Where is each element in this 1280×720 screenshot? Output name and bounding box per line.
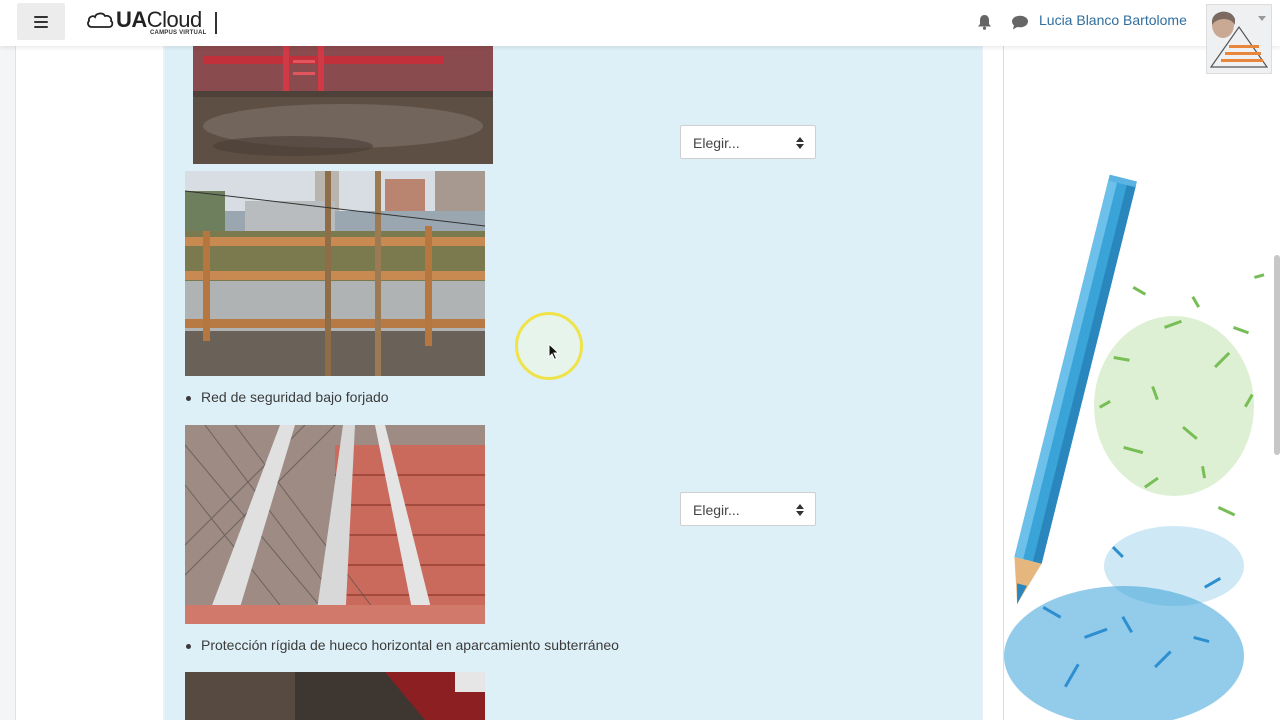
user-name-link[interactable]: Lucia Blanco Bartolome bbox=[1039, 12, 1187, 28]
answer-caption-1: Red de seguridad bajo forjado bbox=[186, 389, 389, 405]
answer-caption-2: Protección rígida de hueco horizontal en… bbox=[186, 637, 619, 653]
mouse-cursor-icon bbox=[548, 343, 560, 361]
question-image-2 bbox=[185, 171, 485, 376]
chat-icon[interactable] bbox=[1011, 15, 1029, 30]
logo-separator bbox=[215, 12, 217, 34]
menu-icon bbox=[34, 15, 48, 28]
question-image-1 bbox=[193, 46, 493, 164]
logo-title: UACloud bbox=[116, 7, 202, 32]
cloud-icon bbox=[87, 12, 114, 28]
menu-toggle-button[interactable] bbox=[17, 3, 65, 40]
content-right-gutter bbox=[983, 46, 1004, 720]
chevron-down-icon[interactable] bbox=[1258, 16, 1266, 21]
question-image-3 bbox=[185, 425, 485, 624]
select-value: Elegir... bbox=[693, 135, 740, 151]
select-arrows-icon bbox=[796, 504, 804, 516]
answer-select-1[interactable]: Elegir... bbox=[680, 125, 816, 159]
avatar-image[interactable] bbox=[1206, 4, 1272, 74]
select-arrows-icon bbox=[796, 137, 804, 149]
bell-icon[interactable] bbox=[977, 14, 992, 30]
decorative-pencil-image bbox=[1004, 46, 1280, 720]
left-drawer-area bbox=[15, 46, 164, 720]
select-value: Elegir... bbox=[693, 502, 740, 518]
question-image-4 bbox=[185, 672, 485, 720]
logo-subtitle: CAMPUS VIRTUAL bbox=[150, 30, 207, 36]
uacloud-logo[interactable]: UACloud CAMPUS VIRTUAL bbox=[86, 7, 206, 40]
top-navbar: UACloud CAMPUS VIRTUAL Lucia Blanco Bart… bbox=[0, 0, 1280, 74]
page-scrollbar[interactable] bbox=[1274, 255, 1280, 455]
answer-select-2[interactable]: Elegir... bbox=[680, 492, 816, 526]
